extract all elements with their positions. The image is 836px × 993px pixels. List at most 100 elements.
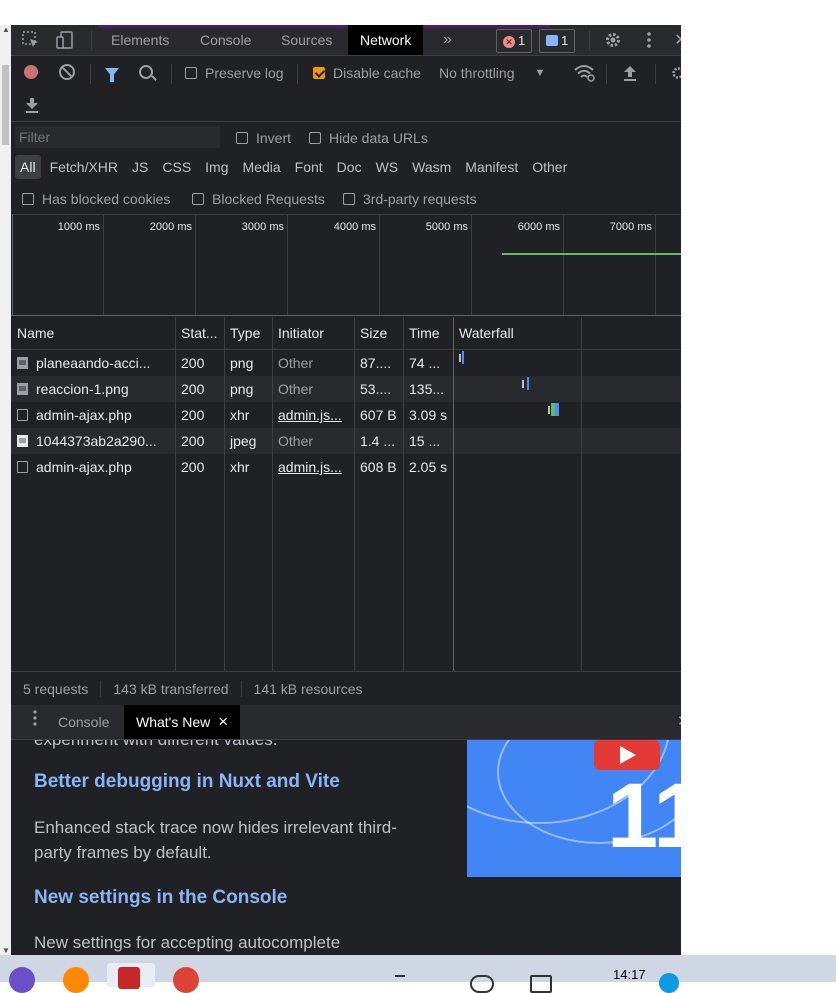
wifi-icon[interactable]	[470, 975, 494, 993]
timeline-gridline	[471, 215, 472, 315]
tab-elements[interactable]: Elements	[99, 25, 181, 55]
type-filter-ws[interactable]: WS	[371, 155, 404, 179]
type-filter-font[interactable]: Font	[290, 155, 328, 179]
page-scrollbar[interactable]: ▲ ▼	[0, 25, 11, 955]
close-devtools-icon[interactable]: ✕	[671, 30, 681, 50]
tab-console[interactable]: Console	[188, 25, 263, 55]
request-name: admin-ajax.php	[36, 407, 132, 423]
timeline-tick-label: 2000 ms	[149, 221, 192, 233]
request-status: 200	[181, 381, 205, 397]
message-icon	[546, 35, 558, 46]
request-status: 200	[181, 355, 205, 371]
messages-count: 1	[561, 33, 569, 48]
export-har-button[interactable]	[24, 96, 40, 114]
errors-count: 1	[518, 33, 526, 48]
throttling-select[interactable]: No throttling ▼	[439, 65, 545, 81]
column-header-initiator[interactable]: Initiator	[272, 317, 354, 349]
timeline-tick-label: 5000 ms	[425, 221, 468, 233]
timeline-tick-label: 1000 ms	[57, 221, 100, 233]
firefox-icon[interactable]	[63, 967, 89, 993]
devtools-panel: Elements Console Sources Network » ✕ 1 1 …	[11, 25, 681, 955]
record-button[interactable]	[24, 65, 38, 79]
messages-badge[interactable]: 1	[539, 29, 576, 53]
type-filter-media[interactable]: Media	[238, 155, 286, 179]
column-header-time[interactable]: Time	[403, 317, 453, 349]
close-tab-icon[interactable]: ×	[218, 712, 228, 731]
app-launcher-icon[interactable]	[9, 967, 35, 993]
has-blocked-cookies-checkbox[interactable]: Has blocked cookies	[22, 191, 170, 207]
preserve-log-checkbox[interactable]: Preserve log	[185, 65, 284, 81]
gear-icon[interactable]	[603, 30, 623, 50]
type-filter-js[interactable]: JS	[127, 155, 153, 179]
scroll-up-arrow-icon[interactable]: ▲	[2, 25, 10, 34]
type-filter-wasm[interactable]: Wasm	[407, 155, 456, 179]
chrome-icon[interactable]	[173, 967, 199, 993]
whats-new-content[interactable]: experiment with different values. Better…	[11, 740, 681, 955]
column-header-size[interactable]: Size	[354, 317, 403, 349]
volume-icon[interactable]	[500, 975, 518, 989]
hide-data-urls-checkbox[interactable]: Hide data URLs	[309, 130, 428, 146]
search-button[interactable]	[139, 65, 153, 79]
request-initiator-link[interactable]: admin.js...	[272, 454, 354, 480]
resource-type-filters: All Fetch/XHR JS CSS Img Media Font Doc …	[15, 155, 576, 179]
column-divider[interactable]	[175, 317, 176, 671]
tab-sources[interactable]: Sources	[269, 25, 344, 55]
type-filter-doc[interactable]: Doc	[332, 155, 367, 179]
column-header-waterfall[interactable]: Waterfall	[453, 317, 681, 349]
drawer-menu-icon[interactable]	[21, 705, 49, 739]
disable-cache-checkbox[interactable]: Disable cache	[313, 65, 421, 81]
column-header-type[interactable]: Type	[224, 317, 272, 349]
scroll-down-arrow-icon[interactable]: ▼	[2, 946, 10, 955]
timeline-overview[interactable]: 1000 ms 2000 ms 3000 ms 4000 ms 5000 ms …	[11, 215, 681, 316]
column-divider[interactable]	[354, 317, 355, 671]
column-header-name[interactable]: Name	[11, 317, 175, 349]
device-toolbar-icon[interactable]	[55, 30, 75, 50]
column-header-status[interactable]: Stat...	[175, 317, 224, 349]
filter-toggle-button[interactable]	[105, 68, 119, 82]
has-blocked-cookies-label: Has blocked cookies	[42, 191, 171, 207]
battery-icon[interactable]	[530, 975, 552, 993]
feature-heading[interactable]: New settings in the Console	[34, 887, 287, 909]
inspect-element-icon[interactable]	[21, 30, 41, 50]
type-filter-css[interactable]: CSS	[157, 155, 196, 179]
feature-heading[interactable]: Better debugging in Nuxt and Vite	[34, 771, 340, 793]
whats-new-promo-image[interactable]: 11	[467, 740, 681, 877]
filter-input[interactable]	[15, 126, 220, 148]
tab-network[interactable]: Network	[348, 25, 424, 55]
type-filter-other[interactable]: Other	[527, 155, 572, 179]
scroll-thumb[interactable]	[2, 65, 9, 145]
type-filter-img[interactable]: Img	[200, 155, 233, 179]
drawer-tab-console[interactable]: Console	[46, 705, 121, 739]
document-file-icon	[17, 461, 28, 473]
type-filter-fetch-xhr[interactable]: Fetch/XHR	[45, 155, 123, 179]
invert-checkbox[interactable]: Invert	[236, 130, 291, 146]
close-drawer-icon[interactable]: ✕	[677, 712, 681, 730]
system-tray-chevron-icon[interactable]	[395, 975, 405, 985]
errors-badge[interactable]: ✕ 1	[496, 29, 533, 53]
waterfall-gridline	[581, 317, 582, 671]
type-filter-manifest[interactable]: Manifest	[460, 155, 523, 179]
timeline-gridline	[195, 215, 196, 315]
kebab-menu-icon[interactable]	[639, 30, 659, 50]
request-initiator-link[interactable]: admin.js...	[272, 402, 354, 428]
image-file-icon	[17, 357, 28, 369]
third-party-requests-checkbox[interactable]: 3rd-party requests	[343, 191, 477, 207]
blocked-requests-checkbox[interactable]: Blocked Requests	[192, 191, 325, 207]
more-tabs-icon[interactable]: »	[431, 25, 464, 55]
notification-icon[interactable]	[659, 973, 679, 993]
checkbox-unchecked-icon	[185, 67, 197, 79]
column-divider[interactable]	[272, 317, 273, 671]
calendar-app-icon[interactable]	[118, 967, 140, 989]
drawer-tab-whats-new[interactable]: What's New ×	[124, 705, 241, 739]
network-conditions-button[interactable]	[574, 64, 596, 82]
network-settings-gear-icon[interactable]	[671, 66, 681, 80]
column-divider[interactable]	[403, 317, 404, 671]
import-har-button[interactable]	[622, 64, 638, 82]
tabbar-separator	[91, 30, 92, 50]
request-initiator: Other	[278, 381, 314, 397]
type-filter-all[interactable]: All	[15, 155, 41, 179]
column-divider[interactable]	[224, 317, 225, 671]
taskbar-clock[interactable]: 14:17	[613, 967, 646, 982]
column-divider[interactable]	[453, 317, 454, 671]
clear-button[interactable]	[59, 64, 75, 80]
